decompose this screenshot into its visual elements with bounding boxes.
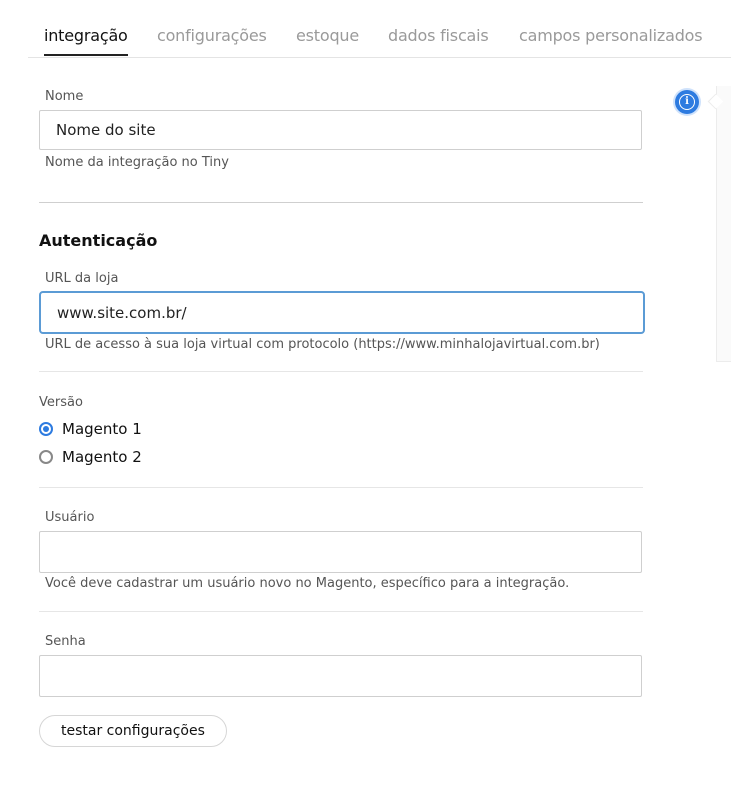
nome-field[interactable]	[39, 110, 642, 150]
tab-configuracoes[interactable]: configurações	[157, 26, 267, 45]
divider	[39, 487, 643, 488]
radio-magento-1[interactable]: Magento 1	[39, 420, 142, 438]
tab-bar: integração configurações estoque dados f…	[28, 0, 731, 58]
radio-label: Magento 2	[62, 448, 142, 466]
help-side-panel	[716, 86, 731, 362]
radio-magento-2[interactable]: Magento 2	[39, 448, 142, 466]
divider	[39, 611, 643, 612]
usuario-label: Usuário	[45, 510, 95, 525]
autenticacao-heading: Autenticação	[39, 231, 158, 250]
tab-integracao[interactable]: integração	[44, 26, 128, 56]
radio-unchecked-icon[interactable]	[39, 450, 53, 464]
info-icon[interactable]: i	[675, 90, 699, 114]
nome-hint: Nome da integração no Tiny	[45, 155, 229, 170]
senha-label: Senha	[45, 634, 86, 649]
senha-field[interactable]	[39, 655, 642, 697]
divider	[39, 371, 643, 372]
nome-label: Nome	[45, 89, 84, 104]
usuario-field[interactable]	[39, 531, 642, 573]
tab-estoque[interactable]: estoque	[296, 26, 359, 45]
divider	[39, 202, 643, 203]
tab-campos-personalizados[interactable]: campos personalizados	[519, 26, 703, 45]
tab-dados-fiscais[interactable]: dados fiscais	[388, 26, 489, 45]
url-hint: URL de acesso à sua loja virtual com pro…	[45, 337, 600, 352]
url-field[interactable]	[39, 291, 645, 334]
radio-checked-icon[interactable]	[39, 422, 53, 436]
radio-label: Magento 1	[62, 420, 142, 438]
usuario-hint: Você deve cadastrar um usuário novo no M…	[45, 576, 570, 591]
url-label: URL da loja	[45, 271, 119, 286]
versao-label: Versão	[39, 395, 83, 410]
test-configurations-button[interactable]: testar configurações	[39, 715, 227, 747]
